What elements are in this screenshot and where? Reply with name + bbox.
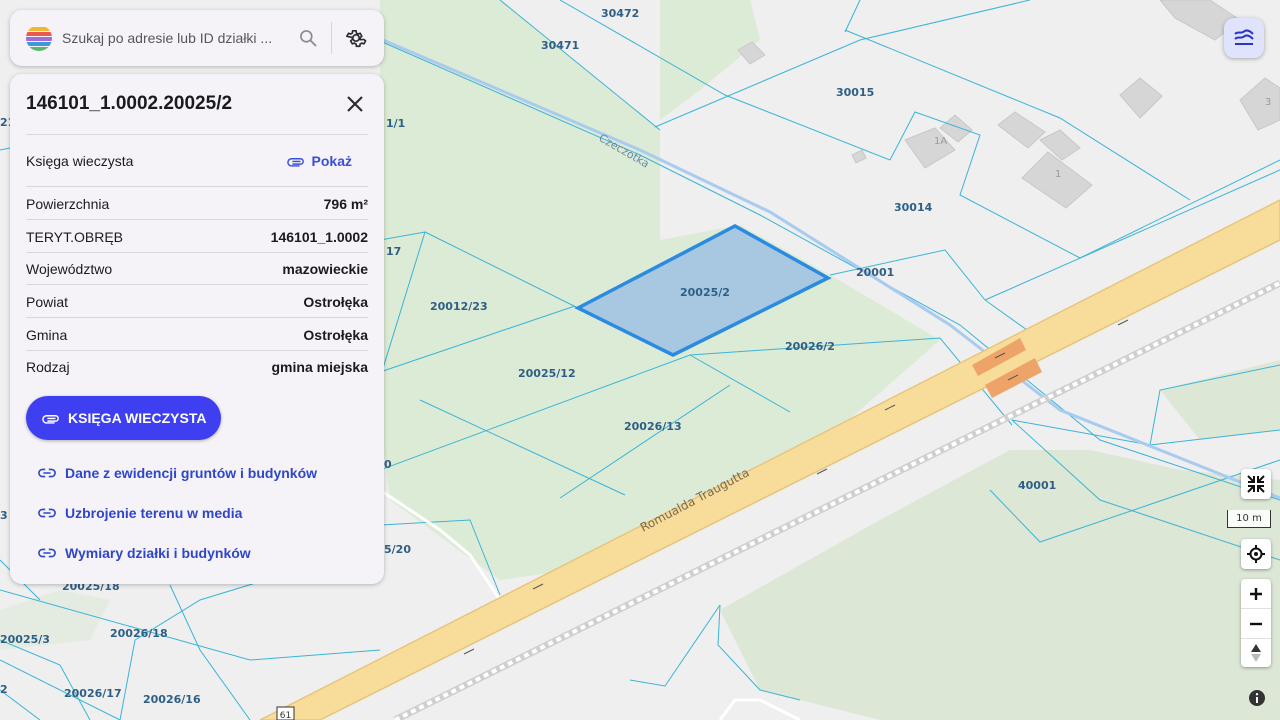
land-register-row: Księga wieczysta Pokaż: [26, 145, 368, 177]
plot-label: 5/20: [384, 543, 411, 556]
plot-label: 2: [0, 683, 8, 696]
locate-icon[interactable]: [1241, 539, 1271, 569]
plot-label: 20026/18: [110, 627, 168, 640]
link-land-records[interactable]: Dane z ewidencji gruntów i budynków: [38, 461, 317, 485]
paperclip-icon: [42, 415, 59, 424]
plot-label: 20025/3: [0, 633, 50, 646]
building-number-1: 1: [1055, 169, 1061, 180]
plot-label: 0: [384, 458, 392, 471]
info-row: Powierzchnia 796 m²: [26, 188, 368, 220]
parcel-info-panel: 146101_1.0002.20025/2 Księga wieczysta P…: [10, 74, 384, 584]
zoom-controls: [1241, 579, 1271, 667]
info-label: Województwo: [26, 261, 113, 277]
info-value: 796 m²: [323, 196, 368, 212]
info-value: mazowieckie: [282, 261, 368, 277]
link-icon: [38, 508, 56, 518]
info-value: Ostrołęka: [303, 294, 368, 310]
show-link-label: Pokaż: [311, 153, 352, 169]
info-label: Rodzaj: [26, 359, 70, 375]
info-label: Powierzchnia: [26, 196, 110, 212]
plot-label: 20026/17: [64, 687, 122, 700]
plot-label: 40001: [1018, 479, 1056, 492]
divider: [26, 219, 368, 220]
app-logo-icon[interactable]: [26, 25, 52, 51]
minus-icon: [1250, 622, 1262, 625]
search-input[interactable]: [62, 26, 294, 50]
link-utilities[interactable]: Uzbrojenie terenu w media: [38, 501, 242, 525]
plot-label: 20026/16: [143, 693, 201, 706]
divider: [26, 134, 368, 135]
info-row: Powiat Ostrołęka: [26, 286, 368, 318]
plot-label: 30471: [541, 39, 579, 52]
plot-label: 20025/12: [518, 367, 576, 380]
show-land-register-link[interactable]: Pokaż: [286, 153, 352, 169]
plot-label: 30015: [836, 86, 874, 99]
plot-label: 3: [0, 509, 8, 522]
search-divider: [331, 22, 332, 54]
building-number-1a: 1A: [934, 136, 947, 147]
plot-label: 20026/13: [624, 420, 682, 433]
info-row: Województwo mazowieckie: [26, 253, 368, 285]
link-label: Wymiary działki i budynków: [65, 545, 251, 561]
info-value: Ostrołęka: [303, 327, 368, 343]
plot-label: 20025/2: [680, 286, 730, 299]
parcel-id-title: 146101_1.0002.20025/2: [26, 93, 233, 114]
divider: [26, 186, 368, 187]
info-row: Gmina Ostrołęka: [26, 319, 368, 351]
paperclip-icon: [286, 158, 304, 167]
info-value: 146101_1.0002: [270, 229, 368, 245]
gear-icon[interactable]: [341, 23, 371, 53]
land-register-button-label: KSIĘGA WIECZYSTA: [68, 410, 207, 426]
close-icon[interactable]: [342, 91, 368, 117]
search-icon[interactable]: [294, 24, 322, 52]
info-value: gmina miejska: [271, 359, 369, 375]
layers-icon[interactable]: [1224, 18, 1264, 58]
info-label: Powiat: [26, 294, 69, 310]
compass-icon[interactable]: [1241, 638, 1271, 667]
scale-bar-label: 10 m: [1236, 513, 1262, 524]
scale-bar: 10 m: [1227, 510, 1271, 528]
plus-icon: [1250, 587, 1262, 600]
info-label: Gmina: [26, 327, 68, 343]
zoom-out-button[interactable]: [1241, 609, 1271, 638]
search-bar: [10, 10, 384, 66]
link-label: Dane z ewidencji gruntów i budynków: [65, 465, 318, 481]
zoom-in-button[interactable]: [1241, 579, 1271, 608]
plot-label: 17: [386, 245, 401, 258]
divider: [26, 284, 368, 285]
plot-label: 30472: [601, 7, 639, 20]
info-icon[interactable]: [1246, 687, 1268, 709]
info-row: TERYT.OBRĘB 146101_1.0002: [26, 221, 368, 253]
land-register-button[interactable]: KSIĘGA WIECZYSTA: [26, 396, 221, 440]
plot-label: 20012/23: [430, 300, 488, 313]
info-label: TERYT.OBRĘB: [26, 229, 123, 245]
land-register-label: Księga wieczysta: [26, 153, 134, 169]
link-icon: [38, 468, 56, 478]
plot-label: 30014: [894, 201, 933, 214]
info-row: Rodzaj gmina miejska: [26, 351, 368, 383]
divider: [26, 317, 368, 318]
plot-label: 20026/2: [785, 340, 835, 353]
plot-label: 1/1: [386, 117, 405, 130]
fullscreen-exit-icon[interactable]: [1241, 469, 1271, 499]
plot-label: 20001: [856, 266, 894, 279]
link-dimensions[interactable]: Wymiary działki i budynków: [38, 541, 251, 565]
svg-text:61: 61: [280, 711, 291, 720]
link-icon: [38, 548, 56, 558]
building-number-3: 3: [1265, 97, 1271, 108]
route-shield: 61: [276, 706, 295, 720]
link-label: Uzbrojenie terenu w media: [65, 505, 243, 521]
